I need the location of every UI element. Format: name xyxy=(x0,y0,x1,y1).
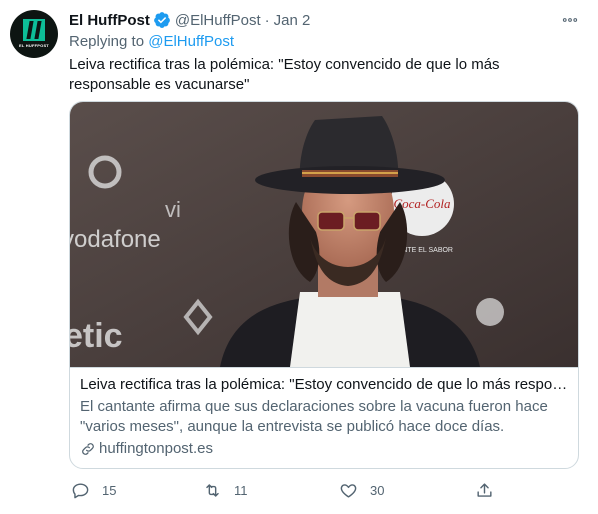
reply-count: 15 xyxy=(102,482,117,498)
huffpost-logo-icon xyxy=(23,19,45,41)
card-description: El cantante afirma que sus declaraciones… xyxy=(80,398,548,435)
card-body[interactable]: Leiva rectifica tras la polémica: "Estoy… xyxy=(70,367,578,459)
like-button[interactable]: 30 xyxy=(339,478,384,502)
share-button[interactable] xyxy=(475,478,494,502)
tweet-header: El HuffPost @ElHuffPost · Jan 2 xyxy=(69,10,310,30)
like-count: 30 xyxy=(370,482,385,498)
tweet-text: Leiva rectifica tras la polémica: "Estoy… xyxy=(69,56,500,93)
retweet-button[interactable]: 11 xyxy=(203,478,248,502)
tweet-actions: 15 11 30 xyxy=(69,478,509,502)
avatar[interactable]: EL HUFFPOST xyxy=(10,10,58,58)
link-card[interactable]: vodafone etic Coca-Cola SIENTE EL SABOR … xyxy=(69,101,579,469)
svg-text:vi: vi xyxy=(165,197,181,222)
link-icon xyxy=(82,443,94,455)
replying-to: Replying to @ElHuffPost xyxy=(69,33,234,50)
card-domain-text: huffingtonpost.es xyxy=(99,440,213,457)
card-image[interactable]: vodafone etic Coca-Cola SIENTE EL SABOR … xyxy=(70,102,578,367)
retweet-icon xyxy=(206,483,219,497)
card-domain[interactable]: huffingtonpost.es xyxy=(80,439,568,459)
tweet-date[interactable]: Jan 2 xyxy=(274,12,311,29)
header-separator: · xyxy=(264,11,270,29)
author-name[interactable]: El HuffPost xyxy=(69,12,150,29)
like-icon xyxy=(340,483,357,498)
tweet[interactable]: EL HUFFPOST El HuffPost @ElHuffPost · Ja… xyxy=(0,0,598,514)
more-icon[interactable] xyxy=(559,9,581,31)
svg-text:etic: etic xyxy=(70,317,123,355)
reply-button[interactable]: 15 xyxy=(71,478,116,502)
verified-badge-icon xyxy=(153,12,170,28)
vodafone-brand-text: vodafone xyxy=(70,226,161,253)
card-title[interactable]: Leiva rectifica tras la polémica: "Estoy… xyxy=(80,375,568,395)
reply-icon xyxy=(72,482,89,498)
share-icon xyxy=(477,482,492,497)
author-handle[interactable]: @ElHuffPost xyxy=(175,12,261,29)
replying-handle-link[interactable]: @ElHuffPost xyxy=(148,33,234,50)
replying-prefix: Replying to xyxy=(69,33,145,50)
avatar-logo-text: EL HUFFPOST xyxy=(19,43,49,48)
retweet-count: 11 xyxy=(234,482,248,498)
